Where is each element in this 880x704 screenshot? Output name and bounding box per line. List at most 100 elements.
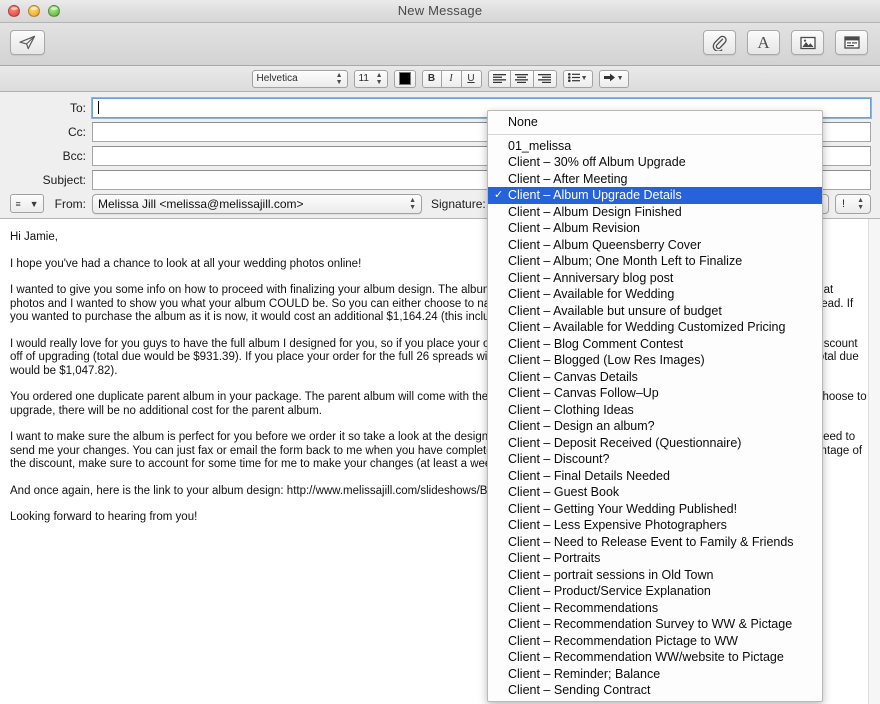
menu-item[interactable]: Client – After Meeting xyxy=(488,171,822,188)
menu-item[interactable]: Client – Less Expensive Photographers xyxy=(488,517,822,534)
alignment-group xyxy=(487,69,557,88)
check-icon: ✓ xyxy=(494,189,504,201)
font-size-select[interactable]: 11 ▲ ▼ xyxy=(353,69,388,88)
menu-item[interactable]: Client – Sending Contract xyxy=(488,682,822,699)
attach-button[interactable] xyxy=(703,30,736,55)
priority-select[interactable]: ! ▲ ▼ xyxy=(835,193,871,214)
bold-button[interactable]: B xyxy=(421,69,442,88)
align-center-button[interactable] xyxy=(510,69,534,88)
menu-item-label: Client – portrait sessions in Old Town xyxy=(508,567,714,582)
list-style-select[interactable]: ▼ xyxy=(562,69,593,88)
menu-item[interactable]: Client – Available for Wedding xyxy=(488,286,822,303)
menu-item-label: Client – Album Upgrade Details xyxy=(508,188,682,202)
menu-item-label: Client – Getting Your Wedding Published! xyxy=(508,501,738,516)
stationery-button[interactable] xyxy=(835,30,868,55)
chevron-updown-icon: ▲▼ xyxy=(335,71,343,86)
photo-icon xyxy=(799,36,816,50)
menu-item[interactable]: Client – Album; One Month Left to Finali… xyxy=(488,253,822,270)
underline-button[interactable]: U xyxy=(461,69,482,88)
menu-item-label: Client – Available for Wedding Customize… xyxy=(508,320,786,334)
align-left-button[interactable] xyxy=(487,69,511,88)
indent-select[interactable]: ▼ xyxy=(598,69,629,88)
photo-browser-button[interactable] xyxy=(791,30,824,55)
menu-item-label: Client – After Meeting xyxy=(508,171,628,186)
menu-item[interactable]: Client – Guest Book xyxy=(488,484,822,501)
menu-item-label: Client – Album Design Finished xyxy=(508,204,682,219)
menu-item-none[interactable]: None xyxy=(488,114,822,131)
menu-item-label: Client – Canvas Follow–Up xyxy=(508,386,659,400)
menu-item[interactable]: Client – Portraits xyxy=(488,550,822,567)
menu-item-label: Client – Album Revision xyxy=(508,221,641,235)
menu-item-label: 01_melissa xyxy=(508,138,572,153)
menu-item[interactable]: Client – Available for Wedding Customize… xyxy=(488,319,822,336)
arrow-right-icon xyxy=(603,73,616,85)
menu-item[interactable]: Client – Album Revision xyxy=(488,220,822,237)
italic-button[interactable]: I xyxy=(441,69,462,88)
menu-item-label: Client – Reminder; Balance xyxy=(508,666,661,681)
menu-item-label: Client – Guest Book xyxy=(508,485,620,499)
menu-item-label: Client – Design an album? xyxy=(508,419,655,433)
font-family-value: Helvetica xyxy=(256,73,298,84)
menu-item[interactable]: Client – Design an album? xyxy=(488,418,822,435)
menu-item[interactable]: Client – Recommendations xyxy=(488,600,822,617)
menu-item[interactable]: Client – Deposit Received (Questionnaire… xyxy=(488,435,822,452)
menu-item[interactable]: Client – portrait sessions in Old Town xyxy=(488,567,822,584)
menu-item[interactable]: Client – Getting Your Wedding Published! xyxy=(488,501,822,518)
fonts-button[interactable]: A xyxy=(747,30,780,55)
body-scrollbar[interactable] xyxy=(868,219,880,704)
signature-dropdown-menu[interactable]: None 01_melissa Client – 30% off Album Up… xyxy=(487,110,823,702)
menu-item-label: Client – Anniversary blog post xyxy=(508,270,674,285)
menu-item-label: Client – Recommendation Survey to WW & P… xyxy=(508,617,793,631)
menu-item-label: Client – Deposit Received (Questionnaire… xyxy=(508,435,742,450)
text-caret xyxy=(98,100,99,114)
menu-item[interactable]: Client – Reminder; Balance xyxy=(488,666,822,683)
menu-item[interactable]: ✓ Client – Album Upgrade Details xyxy=(488,187,822,204)
font-family-select[interactable]: Helvetica ▲ ▼ xyxy=(251,69,348,88)
menu-item-label: Client – Available for Wedding xyxy=(508,287,675,301)
text-color-button[interactable] xyxy=(393,69,416,88)
menu-item-label: Client – Recommendations xyxy=(508,600,659,615)
menu-item-label: Client – Product/Service Explanation xyxy=(508,584,711,598)
color-swatch-icon xyxy=(398,72,411,85)
to-label: To: xyxy=(69,100,86,115)
menu-item[interactable]: Client – Album Queensberry Cover xyxy=(488,237,822,254)
stationery-icon xyxy=(843,36,860,49)
menu-item-label: Client – Portraits xyxy=(508,551,601,565)
menu-item-label: Client – Clothing Ideas xyxy=(508,402,634,417)
menu-item-list: 01_melissa Client – 30% off Album Upgrade… xyxy=(488,138,822,699)
chevron-updown-icon: ▲▼ xyxy=(857,196,864,211)
menu-item[interactable]: Client – Canvas Follow–Up xyxy=(488,385,822,402)
menu-item[interactable]: Client – Recommendation Pictage to WW xyxy=(488,633,822,650)
chevron-down-icon: ▼ xyxy=(580,75,588,82)
menu-separator xyxy=(488,133,822,135)
menu-item-label: Client – Less Expensive Photographers xyxy=(508,518,727,532)
menu-item[interactable]: Client – Recommendation Survey to WW & P… xyxy=(488,616,822,633)
menu-item[interactable]: Client – Available but unsure of budget xyxy=(488,303,822,320)
menu-item[interactable]: Client – Blogged (Low Res Images) xyxy=(488,352,822,369)
hamburger-icon: ≡ xyxy=(15,198,21,209)
menu-item[interactable]: Client – Blog Comment Contest xyxy=(488,336,822,353)
menu-item[interactable]: Client – Clothing Ideas xyxy=(488,402,822,419)
align-right-button[interactable] xyxy=(533,69,557,88)
signature-label: Signature: xyxy=(431,196,486,211)
menu-item[interactable]: Client – Need to Release Event to Family… xyxy=(488,534,822,551)
chevron-updown-icon: ▲▼ xyxy=(409,196,416,211)
menu-item[interactable]: Client – Product/Service Explanation xyxy=(488,583,822,600)
menu-item[interactable]: Client – Album Design Finished xyxy=(488,204,822,221)
align-right-icon xyxy=(538,74,551,83)
menu-item[interactable]: 01_melissa xyxy=(488,138,822,155)
menu-item-label: Client – Sending Contract xyxy=(508,683,651,697)
menu-item[interactable]: Client – Anniversary blog post xyxy=(488,270,822,287)
from-select[interactable]: Melissa Jill <melissa@melissajill.com> ▲… xyxy=(92,193,422,214)
menu-item[interactable]: Client – Canvas Details xyxy=(488,369,822,386)
menu-item[interactable]: Client – 30% off Album Upgrade xyxy=(488,154,822,171)
menu-item-label: Client – Available but unsure of budget xyxy=(508,303,722,318)
menu-item[interactable]: Client – Discount? xyxy=(488,451,822,468)
menu-item-label: Client – Need to Release Event to Family… xyxy=(508,534,794,549)
menu-item[interactable]: Client – Recommendation WW/website to Pi… xyxy=(488,649,822,666)
menu-item-label: Client – Album Queensberry Cover xyxy=(508,237,702,252)
menu-item[interactable]: Client – Final Details Needed xyxy=(488,468,822,485)
send-button[interactable] xyxy=(10,30,45,55)
menu-item-label: Client – Canvas Details xyxy=(508,369,638,384)
header-fields-button[interactable]: ≡ ▼ xyxy=(10,194,44,213)
